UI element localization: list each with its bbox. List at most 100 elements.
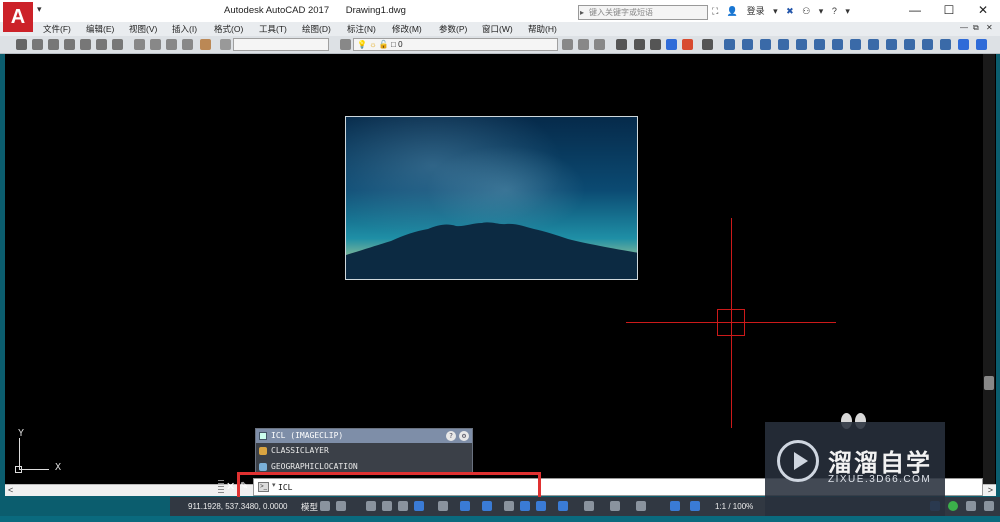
dim-continue-icon[interactable] [904, 39, 915, 50]
dim-angular-icon[interactable] [850, 39, 861, 50]
search-input[interactable]: ▸ 键入关键字或短语 [578, 5, 708, 20]
dim-jogged-icon[interactable] [814, 39, 825, 50]
center-mark-icon[interactable] [976, 39, 987, 50]
infer-icon[interactable] [366, 501, 376, 511]
auto-scale-icon[interactable] [690, 501, 700, 511]
copy-icon[interactable] [150, 39, 161, 50]
dim-quick-icon[interactable] [868, 39, 879, 50]
object-snap-icon[interactable] [482, 501, 492, 511]
dim-break-icon[interactable] [940, 39, 951, 50]
layer-isolate-icon[interactable] [594, 39, 605, 50]
close-button[interactable]: ✕ [966, 0, 1000, 22]
model-space-button[interactable]: 模型 [301, 501, 318, 513]
raster-image[interactable] [345, 116, 638, 280]
open-icon[interactable] [32, 39, 43, 50]
doc-minimize-button[interactable]: — [960, 23, 968, 32]
layer-match-icon[interactable] [562, 39, 573, 50]
hidden-icon[interactable] [650, 39, 661, 50]
isodraft-icon[interactable] [438, 501, 448, 511]
dim-linear-icon[interactable] [724, 39, 735, 50]
3d-osnap-icon[interactable] [558, 501, 568, 511]
annotation-visibility-icon[interactable] [670, 501, 680, 511]
dim-space-icon[interactable] [922, 39, 933, 50]
scroll-left-icon[interactable]: < [8, 485, 13, 495]
dim-arc-icon[interactable] [760, 39, 771, 50]
doc-close-button[interactable]: ✕ [986, 23, 993, 32]
polar-icon[interactable] [414, 501, 424, 511]
transparency-icon[interactable] [520, 501, 530, 511]
help-icon[interactable]: ? [832, 6, 837, 16]
gizmo-icon[interactable] [636, 501, 646, 511]
scroll-right-icon[interactable]: > [988, 485, 993, 495]
publish-icon[interactable] [96, 39, 107, 50]
minimize-button[interactable]: — [898, 0, 932, 22]
visual-style-icon[interactable] [616, 39, 627, 50]
dynamic-ucs-icon[interactable] [584, 501, 594, 511]
lineweight-icon[interactable] [504, 501, 514, 511]
command-line-close-icon[interactable]: ✕ [226, 480, 235, 493]
menu-file[interactable]: 文件(F) [43, 23, 71, 35]
autocomplete-settings-icon[interactable]: ⚙ [459, 431, 469, 441]
a360-icon[interactable]: ⚇ [802, 6, 810, 16]
dim-radius-icon[interactable] [796, 39, 807, 50]
binoculars-icon[interactable]: ⛶ [712, 6, 718, 16]
menu-dimension[interactable]: 标注(N) [347, 23, 376, 35]
autocomplete-help-icon[interactable]: ? [446, 431, 456, 441]
render-icon[interactable] [702, 39, 713, 50]
dynamic-input-icon[interactable] [382, 501, 392, 511]
block-editor-icon[interactable] [200, 39, 211, 50]
dim-ordinate-icon[interactable] [778, 39, 789, 50]
undo-icon[interactable] [220, 39, 231, 50]
menu-view[interactable]: 视图(V) [129, 23, 157, 35]
new-icon[interactable] [16, 39, 27, 50]
menu-parametric[interactable]: 参数(P) [439, 23, 467, 35]
grid-icon[interactable] [320, 501, 330, 511]
menu-tools[interactable]: 工具(T) [259, 23, 287, 35]
selection-filter-icon[interactable] [610, 501, 620, 511]
snap-icon[interactable] [336, 501, 346, 511]
menu-insert[interactable]: 插入(I) [172, 23, 197, 35]
help-dropdown-icon[interactable]: ▾ [845, 6, 850, 16]
signin-dropdown-icon[interactable]: ▾ [773, 6, 778, 16]
menu-modify[interactable]: 修改(M) [392, 23, 422, 35]
isolate-objects-icon[interactable] [948, 501, 958, 511]
clean-screen-icon[interactable] [966, 501, 976, 511]
object-snap-tracking-icon[interactable] [460, 501, 470, 511]
search-dropdown-icon[interactable]: ▸ [580, 6, 584, 19]
exchange-icon[interactable]: ✖ [786, 6, 794, 16]
save-icon[interactable] [48, 39, 59, 50]
paste-icon[interactable] [166, 39, 177, 50]
realistic-icon[interactable] [666, 39, 677, 50]
signin-link[interactable]: 登录 [747, 6, 765, 16]
maximize-button[interactable]: ☐ [932, 0, 966, 22]
wireframe-icon[interactable] [634, 39, 645, 50]
plot-icon[interactable] [64, 39, 75, 50]
user-icon[interactable]: 👤 [727, 6, 738, 16]
quick-access-dropdown-icon[interactable]: ▾ [37, 4, 42, 15]
doc-restore-button[interactable]: ⧉ [973, 23, 979, 33]
workspace-combo[interactable] [233, 38, 329, 51]
match-properties-icon[interactable] [182, 39, 193, 50]
menu-draw[interactable]: 绘图(D) [302, 23, 331, 35]
menu-help[interactable]: 帮助(H) [528, 23, 557, 35]
dim-diameter-icon[interactable] [832, 39, 843, 50]
autocad-logo-button[interactable]: A [3, 2, 33, 32]
ortho-icon[interactable] [398, 501, 408, 511]
customization-icon[interactable] [984, 501, 994, 511]
cursor-coordinates[interactable]: 911.1928, 537.3480, 0.0000 [188, 502, 288, 511]
command-line-grip[interactable] [218, 480, 224, 494]
annotation-scale-label[interactable]: 1:1 / 100% [715, 502, 753, 511]
autocomplete-item[interactable]: CLASSICLAYER [256, 443, 472, 459]
tolerance-icon[interactable] [958, 39, 969, 50]
layer-state-icon[interactable] [112, 39, 123, 50]
menu-edit[interactable]: 编辑(E) [86, 23, 114, 35]
cut-icon[interactable] [134, 39, 145, 50]
conceptual-icon[interactable] [682, 39, 693, 50]
dim-aligned-icon[interactable] [742, 39, 753, 50]
layer-properties-icon[interactable] [340, 39, 351, 50]
menu-format[interactable]: 格式(O) [214, 23, 243, 35]
menu-window[interactable]: 窗口(W) [482, 23, 513, 35]
dim-baseline-icon[interactable] [886, 39, 897, 50]
preview-icon[interactable] [80, 39, 91, 50]
a360-dropdown-icon[interactable]: ▾ [819, 6, 824, 16]
